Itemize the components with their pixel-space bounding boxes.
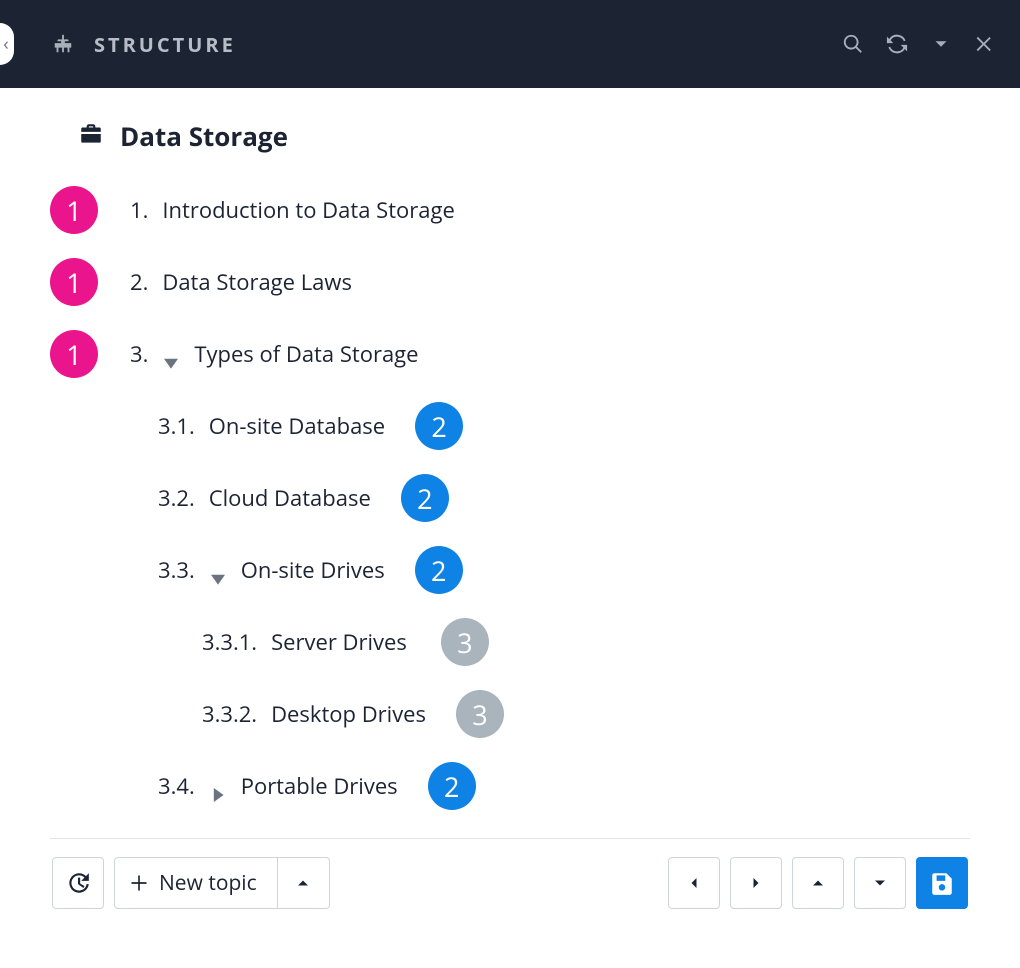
save-button[interactable]: [916, 857, 968, 909]
topic-number: 3.: [130, 339, 148, 369]
topic-label: Cloud Database: [209, 483, 371, 513]
chevron-up-icon: [808, 873, 828, 893]
separator: [50, 838, 970, 839]
topic-label: On-site Drives: [241, 555, 385, 585]
topic-row[interactable]: 3.4. Portable Drives 2: [50, 760, 970, 812]
topic-row[interactable]: 3.3. On-site Drives 2: [50, 544, 970, 596]
topic-label: Data Storage Laws: [162, 267, 352, 297]
new-topic-dropdown[interactable]: [278, 857, 330, 909]
header-left: ‹ STRUCTURE: [0, 23, 236, 65]
new-topic-label: New topic: [149, 869, 263, 897]
level-badge-3: 3: [456, 690, 504, 738]
new-topic-button[interactable]: New topic: [114, 857, 278, 909]
chevron-down-icon[interactable]: [930, 33, 952, 55]
topic-number: 3.1.: [158, 411, 195, 441]
refresh-icon[interactable]: [886, 33, 908, 55]
plus-icon: [129, 873, 149, 893]
nav-prev-button[interactable]: [668, 857, 720, 909]
move-down-button[interactable]: [854, 857, 906, 909]
collapse-hint: ‹: [3, 32, 8, 56]
history-icon: [65, 870, 91, 896]
close-icon[interactable]: [974, 33, 996, 55]
topic-tree: 1 1. Introduction to Data Storage 1 2. D…: [50, 184, 970, 812]
topic-label: Portable Drives: [241, 771, 398, 801]
topic-row[interactable]: 1 3. Types of Data Storage: [50, 328, 970, 380]
topic-number: 1.: [130, 195, 148, 225]
level-badge-1: 1: [50, 258, 98, 306]
level-badge-1: 1: [50, 186, 98, 234]
level-badge-1: 1: [50, 330, 98, 378]
topic-label: Server Drives: [271, 627, 407, 657]
topic-row[interactable]: 1 2. Data Storage Laws: [50, 256, 970, 308]
chevron-down-icon: [870, 873, 890, 893]
caret-down-icon[interactable]: [211, 563, 225, 577]
chevron-up-icon: [293, 873, 313, 893]
topic-label: Types of Data Storage: [194, 339, 418, 369]
topic-label: Desktop Drives: [271, 699, 426, 729]
move-up-button[interactable]: [792, 857, 844, 909]
nav-next-button[interactable]: [730, 857, 782, 909]
topic-number: 3.3.2.: [202, 699, 257, 729]
panel-header: ‹ STRUCTURE: [0, 0, 1020, 88]
topic-number: 3.3.: [158, 555, 195, 585]
collapse-panel-handle[interactable]: ‹: [0, 23, 14, 65]
topic-row[interactable]: 3.3.2. Desktop Drives 3: [50, 688, 970, 740]
level-badge-2: 2: [415, 546, 463, 594]
save-icon: [929, 870, 955, 896]
panel-title: STRUCTURE: [94, 31, 236, 58]
level-badge-2: 2: [401, 474, 449, 522]
chevron-left-icon: [684, 873, 704, 893]
structure-tree-icon: [52, 33, 74, 55]
footer-toolbar: New topic: [50, 857, 970, 909]
topic-number: 3.3.1.: [202, 627, 257, 657]
new-topic-group: New topic: [114, 857, 330, 909]
level-badge-2: 2: [415, 402, 463, 450]
topic-number: 3.2.: [158, 483, 195, 513]
caret-right-icon[interactable]: [211, 779, 225, 793]
structure-content: Data Storage 1 1. Introduction to Data S…: [0, 88, 1020, 909]
search-icon[interactable]: [842, 33, 864, 55]
root-topic-label: Data Storage: [120, 118, 288, 154]
topic-label: Introduction to Data Storage: [162, 195, 454, 225]
topic-number: 3.4.: [158, 771, 195, 801]
root-topic-row[interactable]: Data Storage: [50, 118, 970, 154]
history-button[interactable]: [52, 857, 104, 909]
chevron-right-icon: [746, 873, 766, 893]
topic-row[interactable]: 3.2. Cloud Database 2: [50, 472, 970, 524]
caret-down-icon[interactable]: [164, 347, 178, 361]
topic-row[interactable]: 3.3.1. Server Drives 3: [50, 616, 970, 668]
level-badge-2: 2: [428, 762, 476, 810]
topic-row[interactable]: 1 1. Introduction to Data Storage: [50, 184, 970, 236]
header-actions: [842, 33, 996, 55]
topic-label: On-site Database: [209, 411, 385, 441]
topic-row[interactable]: 3.1. On-site Database 2: [50, 400, 970, 452]
briefcase-icon: [78, 121, 104, 152]
topic-number: 2.: [130, 267, 148, 297]
level-badge-3: 3: [441, 618, 489, 666]
